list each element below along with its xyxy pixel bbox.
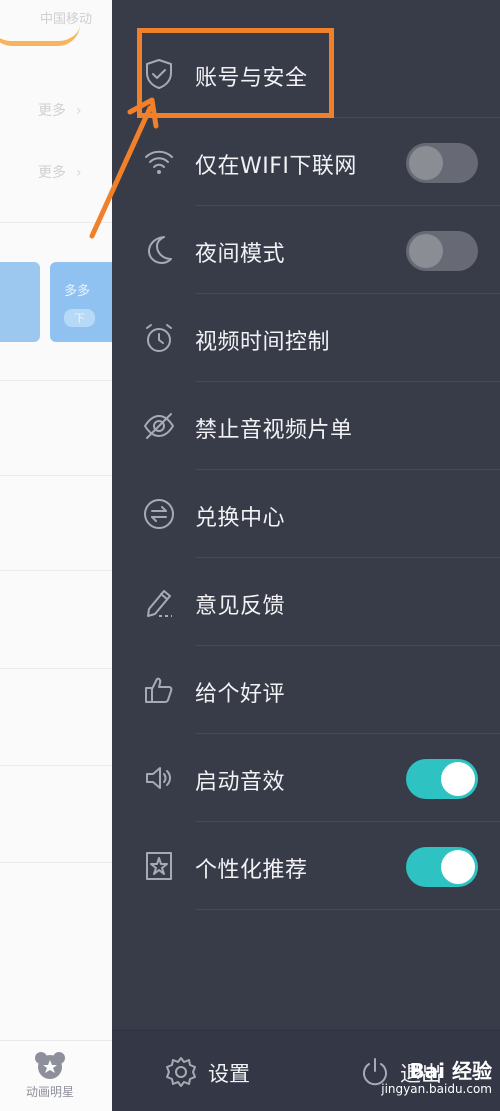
gear-icon xyxy=(166,1057,196,1087)
drawer-menu-item-label: 兑换中心 xyxy=(195,506,286,531)
toggle-switch[interactable] xyxy=(406,143,478,183)
divider xyxy=(0,222,115,223)
toggle-knob xyxy=(409,234,443,268)
star-badge-icon xyxy=(142,849,176,883)
background-card-pill: 下 xyxy=(64,309,95,327)
toggle-knob xyxy=(409,146,443,180)
watermark-url: jingyan.baidu.com xyxy=(381,1082,492,1096)
tab-animation-stars[interactable]: 动画明星 xyxy=(0,1041,100,1100)
highlight-box xyxy=(137,28,334,118)
divider xyxy=(0,668,115,669)
background-card-image[interactable] xyxy=(0,262,40,342)
drawer-menu-item[interactable]: 启动音效 xyxy=(112,734,500,822)
drawer-menu-item-label: 夜间模式 xyxy=(195,242,286,267)
drawer-menu-item-label: 视频时间控制 xyxy=(195,330,331,355)
drawer-menu-item[interactable]: 个性化推荐 xyxy=(112,822,500,910)
drawer-menu-item-label: 仅在WIFI下联网 xyxy=(195,154,357,179)
chevron-right-icon: › xyxy=(76,103,82,119)
toggle-switch[interactable] xyxy=(406,231,478,271)
exchange-icon xyxy=(142,497,176,531)
drawer-menu-item-label: 给个好评 xyxy=(195,682,286,707)
side-drawer-menu: 账号与安全 仅在WIFI下联网 夜间模式 视频时间控制 禁止音视频片单 兑换中心 意见反馈给… xyxy=(112,0,500,1111)
drawer-menu-item-label: 意见反馈 xyxy=(195,594,286,619)
bear-icon xyxy=(35,1052,65,1079)
drawer-menu-item[interactable]: 仅在WIFI下联网 xyxy=(112,118,500,206)
background-more-link-1[interactable]: 更多 › xyxy=(38,100,82,120)
drawer-menu-item[interactable]: 夜间模式 xyxy=(112,206,500,294)
speaker-icon xyxy=(142,761,176,795)
drawer-menu-item-label: 禁止音视频片单 xyxy=(195,418,353,443)
settings-label: 设置 xyxy=(208,1062,250,1086)
toggle-knob xyxy=(441,762,475,796)
tab-label: 动画明星 xyxy=(25,1085,74,1099)
watermark-brand: Bai 经验 xyxy=(409,1059,492,1083)
toggle-switch[interactable] xyxy=(406,847,478,887)
divider xyxy=(195,909,500,910)
divider xyxy=(0,380,115,381)
background-more-link-2[interactable]: 更多 › xyxy=(38,162,82,182)
divider xyxy=(0,570,115,571)
drawer-menu-item[interactable]: 视频时间控制 xyxy=(112,294,500,382)
baidu-jingyan-watermark: Bai 经验 jingyan.baidu.com xyxy=(364,1055,492,1103)
drawer-menu-item[interactable]: 禁止音视频片单 xyxy=(112,382,500,470)
divider xyxy=(0,765,115,766)
drawer-menu-item[interactable]: 意见反馈 xyxy=(112,558,500,646)
toggle-knob xyxy=(441,850,475,884)
alarm-clock-icon xyxy=(142,321,176,355)
toggle-switch[interactable] xyxy=(406,759,478,799)
divider xyxy=(0,862,115,863)
wifi-icon xyxy=(142,145,176,179)
drawer-menu-item-label: 启动音效 xyxy=(195,770,286,795)
drawer-menu-item[interactable]: 兑换中心 xyxy=(112,470,500,558)
moon-icon xyxy=(142,233,176,267)
drawer-menu-item-label: 个性化推荐 xyxy=(195,858,308,883)
drawer-menu-item[interactable]: 给个好评 xyxy=(112,646,500,734)
thumbs-up-icon xyxy=(142,673,176,707)
pencil-icon xyxy=(142,585,176,619)
eye-off-icon xyxy=(142,409,176,443)
status-bar-carrier: 中国移动 xyxy=(40,12,93,27)
chevron-right-icon: › xyxy=(76,165,82,181)
background-card-title: 多多 xyxy=(64,284,91,299)
divider xyxy=(0,475,115,476)
